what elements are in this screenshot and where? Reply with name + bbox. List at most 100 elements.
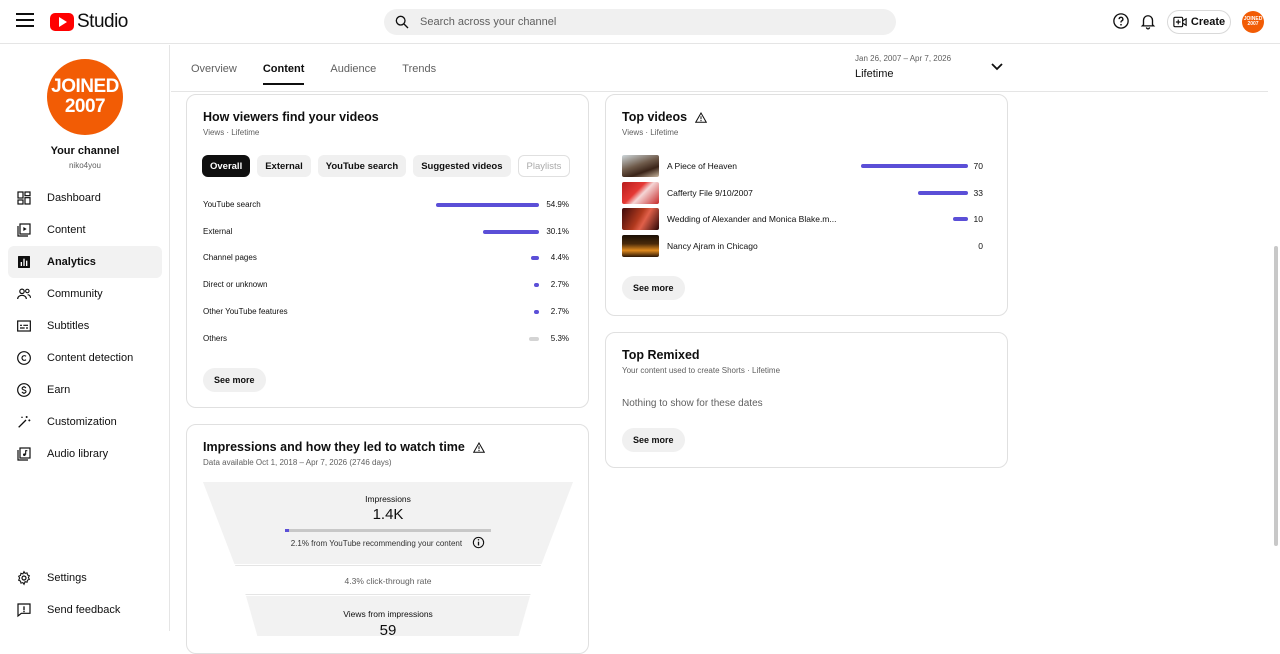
card-title: Top videos (622, 110, 708, 124)
magic-wand-icon (18, 416, 31, 428)
feedback-icon (17, 603, 31, 618)
sidebar-item-content[interactable]: Content (8, 214, 162, 246)
traffic-source-value: 30.1% (546, 226, 569, 236)
recommendation-progress (285, 529, 491, 532)
traffic-source-label: Direct or unknown (203, 280, 268, 290)
traffic-filter-chips: Overall External YouTube search Suggeste… (202, 155, 577, 177)
create-label: Create (1190, 16, 1226, 28)
video-views-bar (861, 164, 968, 168)
warning-icon[interactable] (472, 441, 485, 453)
see-more-button[interactable]: See more (622, 428, 685, 452)
sidebar-item-community[interactable]: Community (8, 278, 162, 310)
notifications-icon[interactable] (1139, 12, 1157, 30)
video-views-bar (952, 217, 968, 221)
header-divider (171, 91, 1268, 92)
card-title-text: Top videos (622, 110, 688, 124)
search-bar[interactable] (384, 9, 896, 35)
traffic-source-row: Channel pages 4.4% (203, 251, 569, 265)
help-icon[interactable] (1112, 12, 1130, 30)
video-title: Nancy Ajram in Chicago (667, 241, 758, 251)
date-period: Lifetime (855, 68, 894, 80)
page-scrollbar[interactable] (1274, 246, 1278, 546)
card-title: Impressions and how they led to watch ti… (203, 440, 485, 454)
subtitles-icon (17, 320, 31, 332)
account-avatar[interactable]: JOINED 2007 (1242, 11, 1264, 33)
chip-youtube-search[interactable]: YouTube search (317, 155, 407, 177)
dollar-icon (17, 383, 31, 397)
community-icon (17, 288, 31, 300)
video-row[interactable]: Wedding of Alexander and Monica Blake.m.… (622, 208, 988, 230)
sidebar-item-label: Community (47, 288, 103, 300)
sidebar-item-earn[interactable]: Earn (8, 374, 162, 406)
sidebar-item-label: Send feedback (47, 604, 121, 616)
video-title: A Piece of Heaven (667, 161, 737, 171)
sidebar-item-content-detection[interactable]: Content detection (8, 342, 162, 374)
traffic-source-row: External 30.1% (203, 225, 569, 239)
funnel-views: Views from impressions 59 (246, 596, 530, 636)
tab-trends[interactable]: Trends (402, 63, 436, 85)
traffic-source-label: YouTube search (203, 200, 261, 209)
chip-overall[interactable]: Overall (202, 155, 251, 177)
video-thumbnail (622, 235, 659, 257)
search-icon (395, 15, 409, 29)
video-row[interactable]: Nancy Ajram in Chicago 0 (622, 235, 988, 257)
traffic-source-value: 2.7% (550, 280, 569, 290)
account-avatar-text: JOINED 2007 (1243, 16, 1263, 27)
search-input[interactable] (420, 16, 870, 28)
sidebar-item-send-feedback[interactable]: Send feedback (8, 594, 162, 626)
chip-playlists[interactable]: Playlists (517, 155, 571, 177)
sidebar-item-audio-library[interactable]: Audio library (8, 438, 162, 470)
traffic-source-bar (529, 336, 539, 341)
warning-icon[interactable] (695, 111, 708, 123)
traffic-source-row: Other YouTube features 2.7% (203, 305, 569, 319)
video-title: Cafferty File 9/10/2007 (667, 188, 753, 198)
sidebar-item-label: Earn (47, 384, 71, 396)
video-views: 10 (973, 214, 983, 224)
analytics-icon (18, 256, 30, 268)
see-more-button[interactable]: See more (203, 368, 266, 392)
sidebar-item-analytics[interactable]: Analytics (8, 246, 162, 278)
info-icon[interactable] (472, 536, 485, 549)
see-more-button[interactable]: See more (622, 276, 685, 300)
menu-icon[interactable] (16, 13, 34, 29)
tab-overview[interactable]: Overview (191, 63, 237, 85)
sidebar-item-customization[interactable]: Customization (8, 406, 162, 438)
card-title: Top Remixed (622, 348, 700, 362)
traffic-source-bar (533, 283, 539, 288)
video-thumbnail (622, 155, 659, 177)
sidebar-item-subtitles[interactable]: Subtitles (8, 310, 162, 342)
chevron-down-icon[interactable] (990, 62, 1004, 72)
impressions-label: Impressions (365, 494, 411, 504)
audio-library-icon (17, 447, 31, 461)
video-row[interactable]: A Piece of Heaven 70 (622, 155, 988, 177)
ctr-label: 4.3% click-through rate (344, 576, 432, 586)
tab-audience[interactable]: Audience (330, 63, 376, 85)
sidebar-item-dashboard[interactable]: Dashboard (8, 182, 162, 214)
tab-content[interactable]: Content (262, 63, 305, 85)
card-subtitle: Data available Oct 1, 2018 – Apr 7, 2026… (203, 458, 392, 467)
create-video-icon (1173, 16, 1187, 28)
card-title: How viewers find your videos (203, 110, 379, 124)
studio-logo[interactable]: Studio (50, 11, 128, 33)
date-range-picker[interactable]: Jan 26, 2007 – Apr 7, 2026 Lifetime (855, 54, 951, 80)
chip-suggested-videos[interactable]: Suggested videos (413, 155, 511, 177)
video-views-bar (917, 191, 968, 195)
sidebar-item-settings[interactable]: Settings (8, 562, 162, 594)
sidebar-item-label: Customization (47, 416, 117, 428)
channel-avatar[interactable]: JOINED 2007 (47, 59, 123, 135)
sidebar-item-label: Content (47, 224, 86, 236)
sidebar-item-label: Content detection (47, 352, 134, 364)
card-title-text: Impressions and how they led to watch ti… (203, 440, 465, 454)
video-row[interactable]: Cafferty File 9/10/2007 33 (622, 182, 988, 204)
empty-state-text: Nothing to show for these dates (622, 398, 763, 409)
recommendation-note-text: 2.1% from YouTube recommending your cont… (290, 539, 463, 548)
video-views: 0 (978, 241, 983, 251)
sidebar-item-label: Dashboard (47, 192, 101, 204)
create-button[interactable]: Create (1167, 10, 1231, 34)
video-thumbnail (622, 182, 659, 204)
sidebar: JOINED 2007 Your channel niko4you Dashbo… (0, 45, 170, 631)
sidebar-item-label: Audio library (47, 448, 109, 460)
funnel-impressions: Impressions 1.4K (203, 482, 573, 564)
chip-external[interactable]: External (257, 155, 311, 177)
views-label: Views from impressions (343, 609, 433, 619)
